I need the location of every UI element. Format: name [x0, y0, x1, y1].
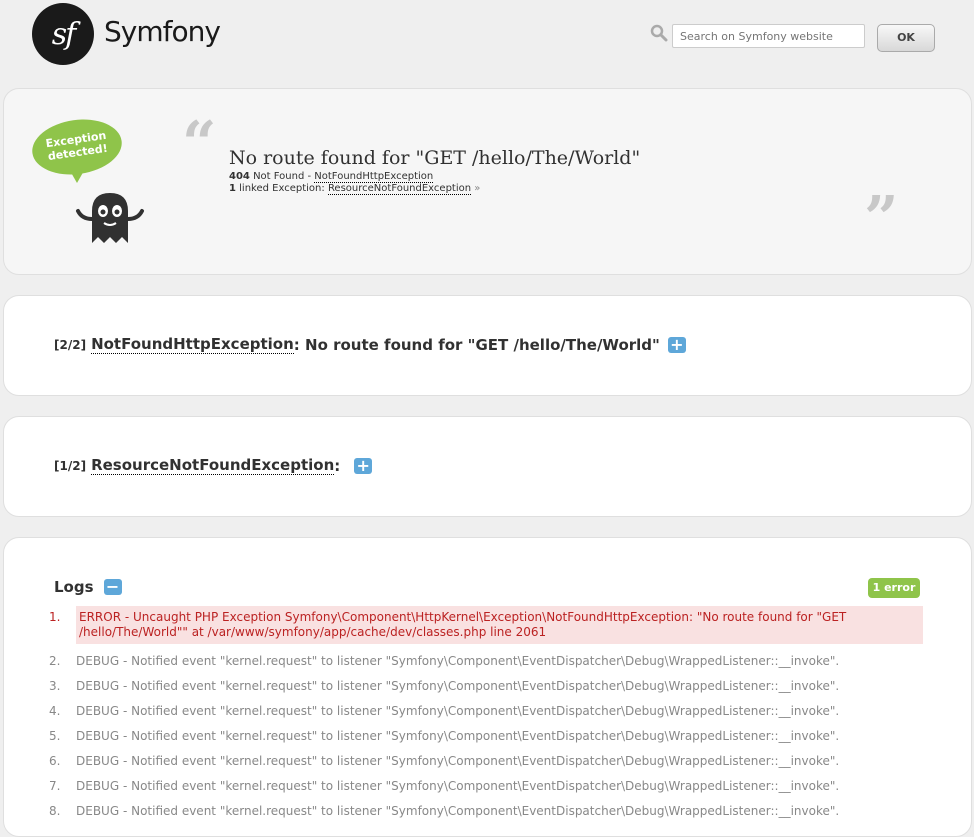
log-number: 8. — [49, 804, 61, 818]
log-number: 7. — [49, 779, 61, 793]
exception-summary: Exception detected! “ ” No route found f… — [3, 88, 972, 275]
search-icon — [650, 24, 668, 42]
ghost-mascot-icon — [76, 193, 144, 243]
log-item: 7. DEBUG - Notified event "kernel.reques… — [49, 779, 923, 794]
linked-exception-line: 1 linked Exception: ResourceNotFoundExce… — [229, 183, 480, 195]
log-item: 4. DEBUG - Notified event "kernel.reques… — [49, 704, 923, 719]
log-number: 1. — [49, 610, 61, 624]
linked-raquo-link[interactable]: » — [474, 183, 480, 194]
collapse-logs-button[interactable]: − — [103, 579, 122, 595]
trace-class[interactable]: ResourceNotFoundException — [91, 456, 335, 475]
trace-block-2: [2/2] NotFoundHttpException : No route f… — [3, 295, 972, 396]
logs-title: Logs — [54, 578, 94, 596]
close-quote-icon: ” — [864, 184, 899, 254]
exception-title: No route found for "GET /hello/The/World… — [229, 147, 641, 169]
linked-text: linked Exception: — [239, 183, 325, 194]
trace-index: [1/2] — [54, 458, 87, 473]
brand-name[interactable]: Symfony — [104, 15, 221, 48]
log-number: 6. — [49, 754, 61, 768]
search-input[interactable] — [672, 24, 865, 48]
log-item: 6. DEBUG - Notified event "kernel.reques… — [49, 754, 923, 769]
symfony-logo[interactable]: sf — [32, 3, 94, 65]
log-list: 1. ERROR - Uncaught PHP Exception Symfon… — [49, 606, 923, 829]
logs-header: Logs − — [54, 578, 122, 596]
log-number: 4. — [49, 704, 61, 718]
linked-class-link[interactable]: ResourceNotFoundException — [327, 183, 472, 195]
trace-header: [1/2] ResourceNotFoundException : + — [54, 456, 373, 475]
log-message: DEBUG - Notified event "kernel.request" … — [76, 754, 840, 768]
log-message: DEBUG - Notified event "kernel.request" … — [76, 779, 840, 793]
log-message: DEBUG - Notified event "kernel.request" … — [76, 654, 840, 668]
log-item: 8. DEBUG - Notified event "kernel.reques… — [49, 804, 923, 819]
log-message: ERROR - Uncaught PHP Exception Symfony\C… — [76, 606, 923, 644]
expand-trace-button[interactable]: + — [354, 457, 373, 474]
status-class-link[interactable]: NotFoundHttpException — [314, 171, 434, 183]
log-item: 1. ERROR - Uncaught PHP Exception Symfon… — [49, 606, 923, 644]
search-ok-button[interactable]: OK — [877, 24, 935, 52]
page-header: sf Symfony OK — [0, 0, 974, 80]
trace-block-1: [1/2] ResourceNotFoundException : + — [3, 416, 972, 517]
error-count-badge: 1 error — [868, 578, 920, 598]
trace-message: : No route found for "GET /hello/The/Wor… — [293, 335, 660, 354]
status-line: 404 Not Found - NotFoundHttpException — [229, 171, 434, 183]
trace-message: : — [334, 456, 341, 475]
open-quote-icon: “ — [182, 109, 217, 179]
log-message: DEBUG - Notified event "kernel.request" … — [76, 679, 840, 693]
trace-index: [2/2] — [54, 337, 87, 352]
trace-class[interactable]: NotFoundHttpException — [91, 335, 294, 354]
log-message: DEBUG - Notified event "kernel.request" … — [76, 804, 840, 818]
log-number: 2. — [49, 654, 61, 668]
logs-block: Logs − 1 error 1. ERROR - Uncaught PHP E… — [3, 537, 972, 837]
log-number: 3. — [49, 679, 61, 693]
log-item: 2. DEBUG - Notified event "kernel.reques… — [49, 654, 923, 669]
log-number: 5. — [49, 729, 61, 743]
log-item: 5. DEBUG - Notified event "kernel.reques… — [49, 729, 923, 744]
log-message: DEBUG - Notified event "kernel.request" … — [76, 729, 840, 743]
bubble-tail — [69, 169, 85, 183]
expand-trace-button[interactable]: + — [667, 336, 686, 353]
status-text: Not Found - — [253, 171, 312, 182]
log-message: DEBUG - Notified event "kernel.request" … — [76, 704, 840, 718]
trace-header: [2/2] NotFoundHttpException : No route f… — [54, 335, 686, 354]
log-item: 3. DEBUG - Notified event "kernel.reques… — [49, 679, 923, 694]
linked-count: 1 — [229, 183, 236, 194]
status-code: 404 — [229, 171, 250, 182]
